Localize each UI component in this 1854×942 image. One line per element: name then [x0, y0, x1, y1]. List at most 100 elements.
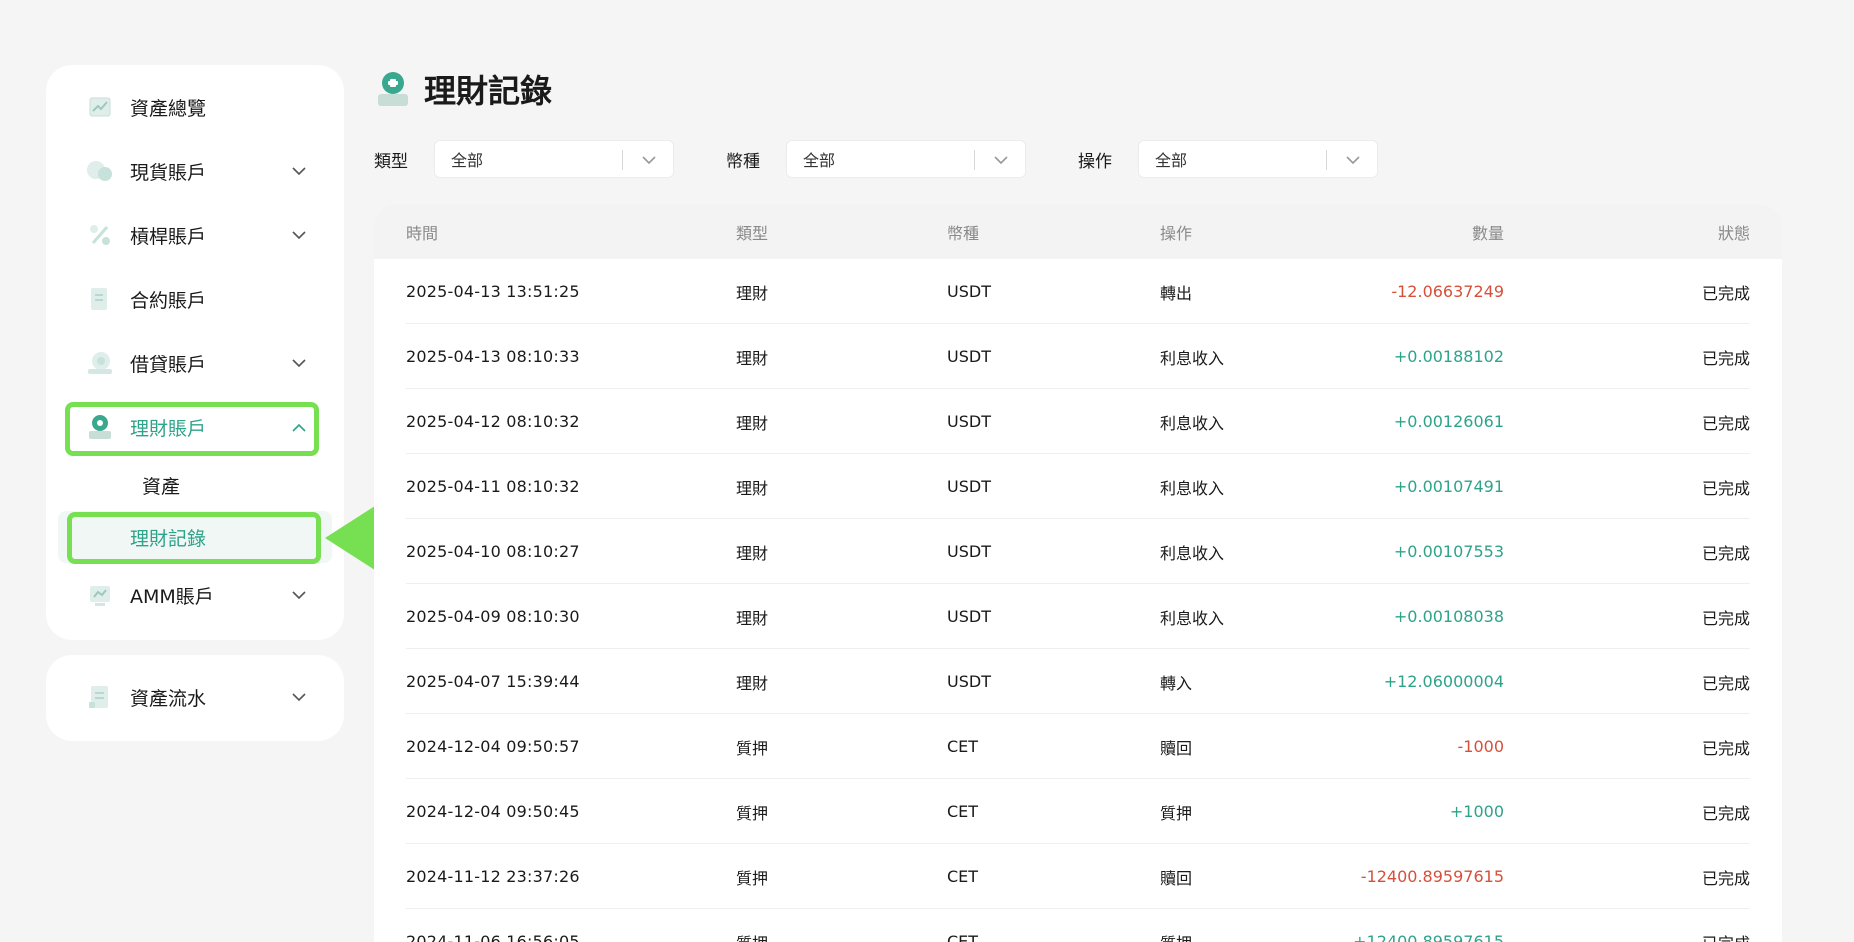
sidebar-item-spot-account[interactable]: 現貨賬戶 — [46, 139, 344, 203]
column-header-coin: 幣種 — [947, 223, 980, 243]
sidebar-subitem-label: 資產 — [142, 475, 181, 498]
sidebar-item-futures-account[interactable]: 合約賬戶 — [46, 267, 344, 331]
page-title: 理財記錄 — [424, 72, 553, 110]
sidebar-item-label: 資產總覽 — [130, 97, 207, 120]
coin-select[interactable]: 全部 — [786, 140, 1026, 178]
chevron-down-icon[interactable] — [282, 578, 316, 612]
cell-amount: +0.00188102 — [1393, 347, 1504, 366]
sidebar-item-asset-flow[interactable]: 資產流水 — [46, 665, 344, 729]
table-row: 2024-12-04 09:50:45 質押 CET 質押 +1000 已完成 — [374, 779, 1782, 844]
chevron-down-icon[interactable] — [282, 346, 316, 380]
select-value: 全部 — [1155, 151, 1188, 170]
finance-icon — [378, 72, 408, 106]
select-divider — [1326, 150, 1327, 170]
cell-time: 2025-04-07 15:39:44 — [406, 672, 580, 691]
select-value: 全部 — [803, 151, 836, 170]
sidebar-item-finance-account[interactable]: 理財賬戶 — [46, 395, 344, 459]
cell-time: 2025-04-09 08:10:30 — [406, 607, 580, 626]
cell-operation: 利息收入 — [1160, 348, 1225, 368]
cell-operation: 利息收入 — [1160, 543, 1225, 563]
cell-type: 質押 — [736, 868, 769, 888]
cell-status: 已完成 — [1701, 543, 1750, 563]
cell-type: 理財 — [736, 413, 769, 433]
chart-icon — [86, 93, 114, 121]
cell-time: 2024-11-12 23:37:26 — [406, 867, 580, 886]
cell-status: 已完成 — [1701, 478, 1750, 498]
cell-time: 2025-04-11 08:10:32 — [406, 477, 580, 496]
sidebar-item-label: 槓桿賬戶 — [130, 225, 207, 248]
table-row: 2025-04-10 08:10:27 理財 USDT 利息收入 +0.00107553… — [374, 519, 1782, 584]
table-row: 2025-04-09 08:10:30 理財 USDT 利息收入 +0.00108038… — [374, 584, 1782, 649]
cell-status: 已完成 — [1701, 868, 1750, 888]
cell-coin: USDT — [947, 672, 991, 691]
sidebar-item-asset-overview[interactable]: 資產總覽 — [46, 75, 344, 139]
table-header: 時間 類型 幣種 操作 數量 狀態 — [374, 204, 1782, 259]
cell-amount: +0.00107491 — [1393, 477, 1504, 496]
cell-operation: 轉出 — [1160, 283, 1193, 303]
cell-operation: 利息收入 — [1160, 608, 1225, 628]
cell-amount: -12.06637249 — [1391, 282, 1504, 301]
chevron-down-icon[interactable] — [282, 154, 316, 188]
filter-operation: 操作 全部 — [1078, 140, 1378, 178]
page-header: 理財記錄 — [376, 66, 552, 112]
cell-coin: USDT — [947, 282, 991, 301]
sidebar-subitem-assets[interactable]: 資產 — [58, 459, 332, 511]
cell-status: 已完成 — [1701, 608, 1750, 628]
chevron-down-icon[interactable] — [282, 680, 316, 714]
cell-amount: -12400.89597615 — [1360, 867, 1504, 886]
cell-operation: 贖回 — [1160, 738, 1193, 758]
cell-coin: CET — [947, 932, 979, 942]
filter-type: 類型 全部 — [374, 140, 674, 178]
operation-select[interactable]: 全部 — [1138, 140, 1378, 178]
sidebar-item-loan-account[interactable]: 借貸賬戶 — [46, 331, 344, 395]
cell-coin: USDT — [947, 412, 991, 431]
filter-coin: 幣種 全部 — [726, 140, 1026, 178]
sidebar-item-label: 合約賬戶 — [130, 289, 207, 312]
filter-label: 類型 — [374, 151, 408, 172]
table-row: 2024-11-12 23:37:26 質押 CET 贖回 -12400.8959761… — [374, 844, 1782, 909]
column-header-time: 時間 — [406, 223, 439, 243]
cell-type: 質押 — [736, 803, 769, 823]
chevron-up-icon[interactable] — [282, 410, 316, 444]
filter-label: 操作 — [1078, 151, 1112, 172]
table-row: 2025-04-12 08:10:32 理財 USDT 利息收入 +0.00126061… — [374, 389, 1782, 454]
amm-icon — [86, 581, 114, 609]
type-select[interactable]: 全部 — [434, 140, 674, 178]
records-table: 時間 類型 幣種 操作 數量 狀態 2025-04-13 13:51:25 理財 U… — [374, 204, 1782, 942]
cell-coin: USDT — [947, 477, 991, 496]
table-row: 2025-04-13 08:10:33 理財 USDT 利息收入 +0.00188102… — [374, 324, 1782, 389]
cell-type: 理財 — [736, 348, 769, 368]
column-header-type: 類型 — [736, 223, 769, 243]
cell-amount: +0.00126061 — [1393, 412, 1504, 431]
cell-operation: 利息收入 — [1160, 478, 1225, 498]
cell-time: 2024-12-04 09:50:45 — [406, 802, 580, 821]
finance-icon — [86, 413, 114, 441]
cell-type: 理財 — [736, 673, 769, 693]
percent-icon — [86, 221, 114, 249]
cell-coin: USDT — [947, 607, 991, 626]
cell-status: 已完成 — [1701, 803, 1750, 823]
table-row: 2025-04-07 15:39:44 理財 USDT 轉入 +12.06000004 已… — [374, 649, 1782, 714]
table-row: 2024-11-06 16:56:05 質押 CET 質押 +12400.8959761… — [374, 909, 1782, 942]
cell-status: 已完成 — [1702, 930, 1750, 942]
filter-label: 幣種 — [726, 151, 760, 172]
chevron-down-icon — [994, 156, 1008, 165]
select-divider — [622, 150, 623, 170]
sidebar-item-amm-account[interactable]: AMM賬戶 — [46, 563, 344, 627]
sidebar-item-label: 現貨賬戶 — [130, 161, 207, 184]
document-icon — [86, 285, 114, 313]
cell-amount: +12.06000004 — [1383, 672, 1504, 691]
coins-icon — [86, 157, 114, 185]
ledger-icon — [86, 683, 114, 711]
column-header-operation: 操作 — [1160, 223, 1193, 243]
table-row: 2025-04-13 13:51:25 理財 USDT 轉出 -12.06637249 已… — [374, 259, 1782, 324]
sidebar-item-margin-account[interactable]: 槓桿賬戶 — [46, 203, 344, 267]
sidebar-item-label: 借貸賬戶 — [130, 353, 207, 376]
chevron-down-icon[interactable] — [282, 218, 316, 252]
chevron-down-icon — [1346, 156, 1360, 165]
cell-coin: USDT — [947, 347, 991, 366]
sidebar-subitem-label: 理財記錄 — [130, 527, 207, 550]
filter-bar: 類型 全部 幣種 全部 操作 全部 — [374, 140, 1430, 178]
sidebar-subitem-finance-records[interactable]: 理財記錄 — [58, 511, 332, 563]
cell-status: 已完成 — [1701, 413, 1750, 433]
